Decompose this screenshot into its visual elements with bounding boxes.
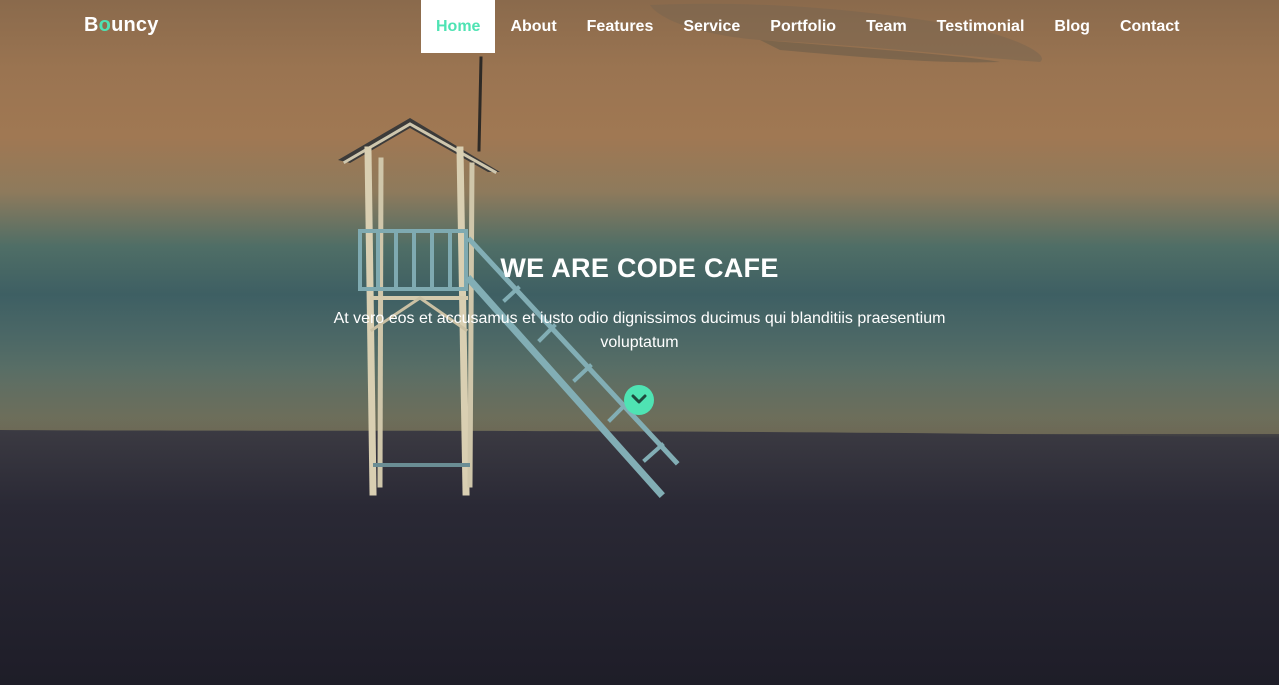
scroll-down-button[interactable] [624, 385, 654, 415]
nav-item-contact[interactable]: Contact [1105, 0, 1195, 53]
nav-item-portfolio[interactable]: Portfolio [755, 0, 851, 53]
brand-logo-first-letter: B [84, 14, 99, 36]
brand-logo-accent-letter: o [98, 14, 112, 36]
hero-title: WE ARE CODE CAFE [500, 253, 779, 283]
brand-logo-rest: uncy [111, 14, 159, 36]
nav-item-features[interactable]: Features [572, 0, 669, 53]
chevron-down-icon [631, 394, 647, 404]
nav-item-service[interactable]: Service [668, 0, 755, 53]
brand-logo[interactable]: Bouncy [84, 14, 159, 37]
nav-item-home[interactable]: Home [421, 0, 496, 53]
nav-item-blog[interactable]: Blog [1039, 0, 1105, 53]
nav-item-about[interactable]: About [495, 0, 571, 53]
nav-item-testimonial[interactable]: Testimonial [922, 0, 1040, 53]
top-navbar: Bouncy Home About Features Service Portf… [0, 0, 1279, 53]
hero-subtitle: At vero eos et accusamus et iusto odio d… [333, 310, 946, 351]
nav-item-team[interactable]: Team [851, 0, 922, 53]
hero-section: Bouncy Home About Features Service Portf… [0, 0, 1279, 685]
main-nav: Home About Features Service Portfolio Te… [421, 0, 1195, 53]
